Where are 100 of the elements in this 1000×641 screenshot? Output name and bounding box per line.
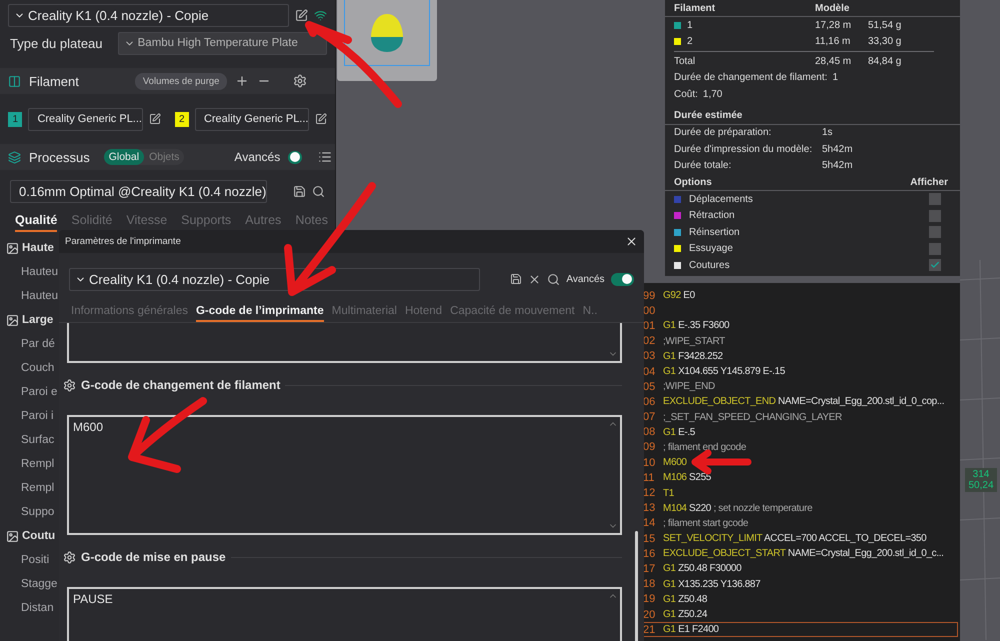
save-icon[interactable] — [293, 184, 306, 198]
filament-icon — [8, 74, 21, 88]
gcode-text: G1 E-.35 F3600 — [663, 320, 730, 332]
show-checkbox[interactable] — [929, 210, 941, 222]
add-icon[interactable] — [235, 74, 250, 88]
filament-name: 2 — [687, 36, 694, 48]
settings-icon — [63, 550, 76, 564]
layers-icon — [8, 150, 21, 164]
plate-type-label: Type du plateau — [10, 36, 104, 50]
setting-label: Hauteu — [21, 266, 58, 278]
total-label: Total — [674, 56, 696, 67]
gcode-text: G92 E0 — [663, 290, 695, 302]
show-checkbox[interactable] — [929, 259, 941, 272]
gcode-line[interactable]: 15 SET_VELOCITY_LIMIT ACCEL=700 ACCEL_TO_DECEL=350 — [640, 531, 958, 546]
gcode-line[interactable]: 19 G1 Z50.48 — [640, 592, 958, 607]
field-value: M600 — [73, 420, 104, 434]
printer-select[interactable]: Creality K1 (0.4 nozzle) - Copie — [8, 4, 289, 27]
option-label: Coutures — [689, 260, 730, 271]
column-header: Filament — [674, 2, 716, 14]
setting-label: Paroi i — [21, 410, 54, 422]
group-title: Haute — [22, 242, 54, 254]
stat-label: Durée de changement de filament: — [674, 72, 828, 84]
gcode-line[interactable]: 13 M104 S220 ; set nozzle temperature — [640, 500, 958, 516]
gcode-line[interactable]: 18 G1 X135.235 Y136.887 — [640, 576, 958, 592]
line-number: 11 — [642, 472, 656, 484]
line-number: 10 — [642, 456, 656, 469]
gcode-line[interactable]: 99 G92 E0 — [640, 288, 958, 304]
purge-volumes-button[interactable]: Volumes de purge — [134, 72, 228, 90]
edit-icon[interactable] — [315, 113, 327, 125]
gcode-text: G1 Z50.48 — [663, 594, 708, 605]
search-icon[interactable] — [312, 184, 325, 198]
save-icon[interactable] — [510, 273, 522, 285]
option-label: Déplacements — [689, 194, 753, 205]
gcode-text: G1 F3428.252 — [663, 350, 723, 362]
field-value: PAUSE — [73, 592, 113, 606]
toggle-switch[interactable] — [610, 272, 634, 286]
section-title: Processus — [29, 150, 90, 164]
filament-select[interactable]: Creality Generic PL... — [194, 108, 309, 130]
plate-thumbnail[interactable] — [337, 0, 437, 81]
stat-label: Coût: — [674, 88, 698, 100]
toggle-switch[interactable] — [288, 150, 302, 164]
egg-drawing — [370, 12, 404, 52]
gcode-text: ;_SET_FAN_SPEED_CHANGING_LAYER — [663, 412, 842, 423]
edit-icon[interactable] — [148, 113, 160, 125]
gcode-text: T1 — [663, 488, 674, 499]
process-preset-select[interactable]: 0.16mm Optimal @Creality K1 (0.4 nozzle) — [10, 180, 267, 202]
gcode-field[interactable]: PAUSE — [67, 587, 622, 641]
filament-number: 2 — [174, 112, 189, 126]
group-title: Coutu — [22, 530, 56, 542]
close-icon[interactable] — [625, 235, 638, 248]
stat-value: 5h42m — [822, 160, 853, 172]
edit-icon[interactable] — [295, 9, 308, 22]
layer-number: 314 — [972, 469, 990, 480]
show-checkbox[interactable] — [929, 242, 941, 255]
filament-length: 11,16 m — [815, 36, 852, 48]
gcode-text: EXCLUDE_OBJECT_END NAME=Crystal_Egg_200.stl_id_0_cop... — [663, 396, 944, 408]
group-icon — [6, 530, 19, 542]
gcode-text: G1 X104.655 Y145.879 E-.15 — [663, 366, 785, 378]
settings-tab[interactable]: Qualité — [15, 213, 58, 232]
close-icon[interactable] — [528, 272, 542, 286]
filament-select[interactable]: Creality Generic PL... — [28, 108, 142, 130]
option-label: Rétraction — [689, 210, 735, 222]
line-number: 14 — [642, 517, 656, 530]
group-icon — [6, 314, 19, 326]
plate-type-select[interactable]: Bambu High Temperature Plate — [118, 32, 327, 54]
gcode-line[interactable]: 20 G1 Z50.24 — [640, 606, 958, 622]
setting-label: Positi — [21, 554, 50, 566]
gcode-text: G1 X135.235 Y136.887 — [663, 578, 760, 590]
scrollbar-thumb[interactable] — [635, 531, 638, 641]
line-number: 20 — [642, 608, 656, 621]
gcode-line[interactable]: 10 M600 — [640, 455, 958, 470]
show-checkbox[interactable] — [929, 226, 941, 238]
settings-icon[interactable] — [293, 74, 308, 88]
line-number: 13 — [642, 502, 656, 514]
gcode-line[interactable]: 14 ; filament start gcode — [640, 516, 958, 531]
settings-icon — [63, 378, 76, 392]
advanced-label: Avancés — [566, 274, 605, 284]
filament-weight: 51,54 g — [868, 20, 902, 31]
gcode-text: ;WIPE_START — [663, 336, 725, 347]
gcode-text: ; filament end gcode — [663, 442, 746, 453]
printer-preset-select[interactable]: Creality K1 (0.4 nozzle) - Copie — [69, 268, 480, 290]
gcode-line[interactable]: 17 G1 Z50.48 F30000 — [640, 561, 958, 577]
line-number: 12 — [642, 487, 656, 500]
scope-option[interactable]: Global — [104, 149, 144, 165]
gcode-text: M600 — [663, 457, 687, 468]
stat-value: 1 — [832, 72, 838, 84]
gcode-line[interactable]: 12 T1 — [640, 485, 958, 501]
option-label: Essuyage — [689, 243, 733, 254]
show-checkbox[interactable] — [929, 193, 941, 206]
section-header: Options — [674, 176, 712, 188]
gcode-line[interactable]: 16 EXCLUDE_OBJECT_START NAME=Crystal_Egg_200.stl_id_0_c... — [640, 546, 958, 562]
filament-length: 17,28 m — [815, 20, 852, 31]
gcode-field[interactable]: M600 — [67, 415, 622, 535]
setting-label: Rempl — [21, 482, 54, 494]
search-icon[interactable] — [547, 272, 560, 286]
gcode-text: G1 E-.5 — [663, 426, 696, 438]
line-number: 15 — [642, 532, 656, 545]
gcode-field[interactable] — [67, 323, 622, 363]
gcode-text: G1 Z50.48 F30000 — [663, 563, 742, 574]
list-icon[interactable] — [318, 150, 332, 164]
